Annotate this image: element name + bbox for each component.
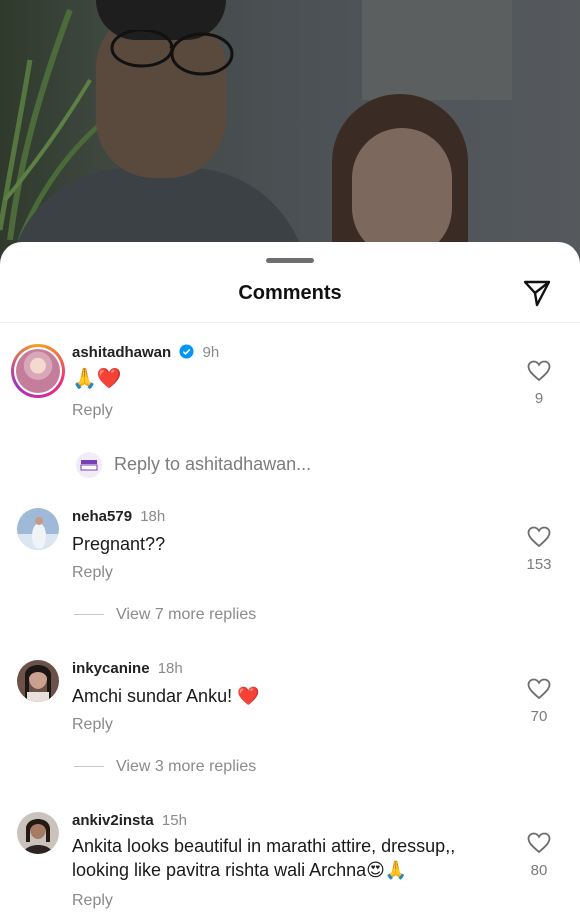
like-column: 9 bbox=[516, 360, 562, 407]
comment-time: 15h bbox=[161, 812, 187, 829]
sheet-title: Comments bbox=[238, 282, 342, 304]
reply-button[interactable]: Reply bbox=[72, 402, 113, 420]
comment-text: Amchi sundar Anku! ❤️ bbox=[72, 686, 260, 706]
background-door bbox=[362, 0, 512, 100]
username-text[interactable]: neha579 bbox=[72, 508, 132, 525]
verified-badge-icon bbox=[179, 344, 194, 359]
glasses bbox=[110, 30, 234, 76]
like-count: 70 bbox=[530, 708, 548, 725]
drag-handle[interactable] bbox=[266, 258, 314, 263]
like-count: 80 bbox=[530, 862, 548, 879]
reply-button[interactable]: Reply bbox=[72, 892, 113, 910]
view-more-replies-label: View 3 more replies bbox=[116, 758, 257, 775]
reply-button[interactable]: Reply bbox=[72, 716, 113, 734]
my-avatar-icon bbox=[76, 452, 102, 478]
like-column: 153 bbox=[516, 526, 562, 573]
comment-text: Pregnant?? bbox=[72, 534, 166, 554]
reply-to-placeholder: Reply to ashitadhawan... bbox=[114, 453, 312, 474]
heart-outline-icon[interactable] bbox=[527, 360, 551, 382]
comment-text-line-1: Ankita looks beautiful in marathi attire… bbox=[72, 836, 456, 856]
comment-time: 18h bbox=[157, 660, 183, 677]
comment-time: 18h bbox=[140, 508, 166, 525]
heart-outline-icon[interactable] bbox=[527, 678, 551, 700]
like-count: 153 bbox=[526, 556, 552, 573]
view-more-replies-button[interactable]: View 7 more replies bbox=[74, 606, 256, 624]
heart-outline-icon[interactable] bbox=[527, 832, 551, 854]
username-text[interactable]: ankiv2insta bbox=[72, 812, 154, 829]
username-text[interactable]: ashitadhawan bbox=[72, 344, 171, 361]
thread-line bbox=[74, 614, 104, 616]
paper-plane-icon[interactable] bbox=[522, 278, 552, 308]
thread-line bbox=[74, 766, 104, 768]
reply-button[interactable]: Reply bbox=[72, 564, 113, 582]
username-text[interactable]: inkycanine bbox=[72, 660, 150, 677]
avatar[interactable] bbox=[17, 812, 59, 854]
header-divider bbox=[0, 322, 580, 323]
comment-username[interactable]: neha579 18h bbox=[72, 508, 165, 525]
avatar[interactable] bbox=[17, 508, 59, 550]
comment-username[interactable]: ankiv2insta 15h bbox=[72, 812, 187, 829]
view-more-replies-button[interactable]: View 3 more replies bbox=[74, 758, 256, 776]
woman-face bbox=[352, 128, 452, 258]
comment-username[interactable]: ashitadhawan 9h bbox=[72, 344, 219, 361]
heart-outline-icon[interactable] bbox=[527, 526, 551, 548]
comment-text: 🙏❤️ bbox=[72, 366, 122, 390]
view-more-replies-label: View 7 more replies bbox=[116, 606, 257, 623]
avatar[interactable] bbox=[11, 344, 65, 398]
like-count: 9 bbox=[534, 390, 544, 407]
like-column: 70 bbox=[516, 678, 562, 725]
comment-username[interactable]: inkycanine 18h bbox=[72, 660, 183, 677]
like-column: 80 bbox=[516, 832, 562, 879]
reply-to-input[interactable]: Reply to ashitadhawan... bbox=[76, 452, 311, 478]
avatar[interactable] bbox=[17, 660, 59, 702]
comment-text-line-2: looking like pavitra rishta wali Archna😍… bbox=[72, 860, 408, 880]
comment-time: 9h bbox=[202, 344, 220, 361]
